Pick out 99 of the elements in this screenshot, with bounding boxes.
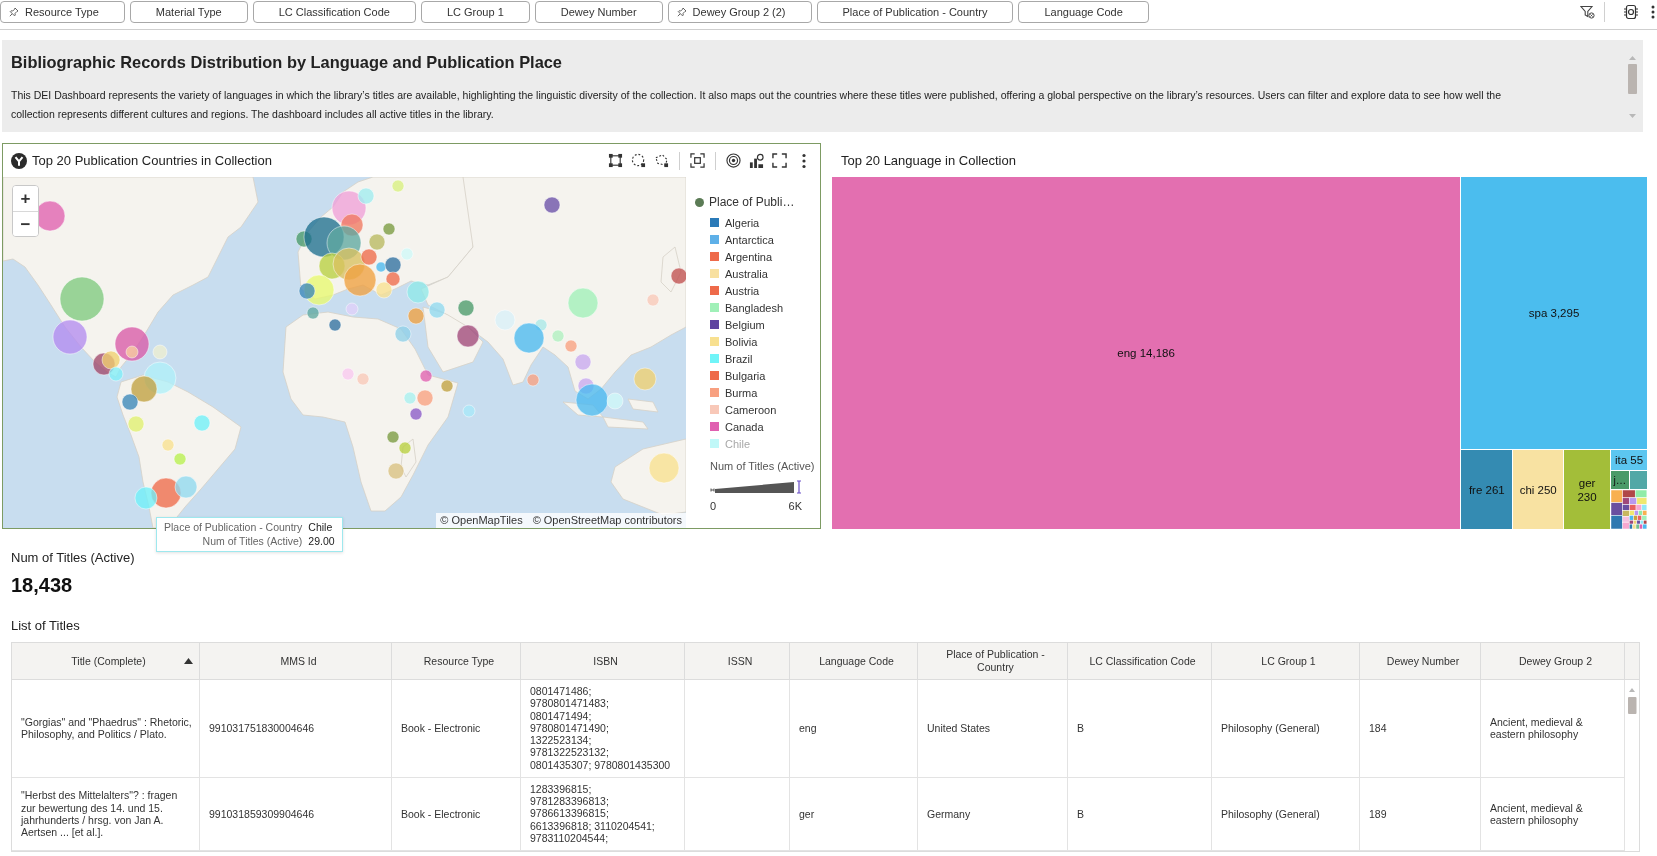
table-title: List of Titles [11, 618, 80, 634]
tooltip-value: Chile [308, 521, 334, 534]
bar-chart-icon[interactable] [749, 153, 764, 168]
kpi-label: Num of Titles (Active) [11, 550, 135, 566]
description-text: This DEI Dashboard represents the variety of languages in which the library’s titles are available, highlighting the linguistic diversity of the collection. It also maps out the countries where these titles were published, offering a global perspective on the library’s resources. Users can filter and explore data to see how well the collection represents different cultures and regions. The dashboard includes all active titles in the library. [11, 88, 1503, 122]
table-cell: B [1077, 807, 1084, 821]
column-header[interactable]: Place of Publication - Country [918, 643, 1068, 679]
table-cell: United States [927, 722, 991, 735]
pin-icon [676, 7, 687, 17]
filter-button[interactable]: LC Classification Code [252, 1, 416, 23]
table-cell: Book - Electronic [401, 807, 481, 821]
legend-label: Austria [725, 284, 760, 297]
treemap-tile[interactable]: chi 250 [1513, 450, 1563, 529]
filter-button[interactable]: Dewey Number [534, 1, 663, 23]
treemap-tile[interactable]: eng 14,186 [832, 177, 1461, 529]
legend-label: Bangladesh [725, 301, 784, 314]
tooltip-label: Place of Publication - Country [164, 521, 303, 534]
treemap-tile[interactable]: fre 261 [1461, 450, 1513, 529]
tooltip-value: 29.00 [308, 535, 335, 548]
treemap-tile[interactable] [1629, 471, 1647, 489]
tile-label: spa 3,295 [1528, 306, 1580, 320]
treemap-tile[interactable]: spa 3,295 [1461, 177, 1647, 449]
funnel-icon[interactable] [1580, 5, 1595, 19]
filter-button[interactable]: Language Code [1018, 1, 1149, 23]
table-cell-text: Ancient, medieval & eastern philosophy [1490, 716, 1584, 741]
legend-label: Bolivia [725, 335, 758, 348]
table-cell: 0801471486; 9780801471483; 0801471494; 9780801471490; 1322523134; 9781322523132; 0801435307; 9780801435300 [530, 685, 672, 772]
filter-button[interactable]: Place of Publication - Country [816, 1, 1014, 23]
legend-label: Antarctica [725, 233, 774, 246]
scale-label: 0 [710, 500, 717, 512]
table-cell: Philosophy (General) [1221, 722, 1320, 735]
legend-label: Belgium [725, 318, 765, 331]
legend-label: Burma [725, 386, 758, 399]
tile-label: ger 230 [1576, 475, 1598, 504]
table-cell-text: 1283396815; 9781283396813; 9786613396815; 6613396818; 3110204541; 9783110204544; [530, 782, 656, 845]
attribution-link[interactable]: © OpenMapTiles [440, 514, 523, 527]
target-icon[interactable] [726, 153, 741, 168]
filter-button[interactable]: Material Type [129, 1, 248, 23]
fork-badge-icon [11, 152, 27, 169]
legend-label: Australia [725, 267, 768, 280]
legend-dot-icon [695, 197, 704, 207]
filter-button[interactable]: Dewey Group 2 (2) [667, 1, 812, 23]
size-legend-title: Num of Titles (Active) [710, 459, 816, 473]
legend-label: Canada [725, 420, 764, 433]
sort-ascending-icon [184, 658, 193, 664]
column-header[interactable]: Resource Type [392, 643, 521, 679]
kpi-value: 18,438 [11, 573, 73, 597]
column-header[interactable]: Dewey Number [1360, 643, 1481, 679]
column-header[interactable]: Language Code [790, 643, 918, 679]
filter-button[interactable]: Resource Type [0, 1, 125, 23]
pin-icon [9, 7, 19, 17]
column-header[interactable]: ISBN [521, 643, 685, 679]
table-cell: 991031751830004646 [209, 722, 315, 735]
more-options-icon[interactable] [802, 152, 806, 169]
treemap-tile[interactable]: j… [1611, 471, 1629, 489]
scale-label: 6K [788, 500, 802, 512]
table-cell: Book - Electronic [401, 722, 481, 735]
legend-label: Chile [725, 437, 751, 450]
table-cell: eng [799, 722, 817, 735]
legend-label: Algeria [725, 216, 760, 229]
zoom-out-button[interactable]: − [13, 211, 38, 236]
dashboard-title: Bibliographic Records Distribution by Language and Publication Place [11, 52, 563, 72]
lasso-polygon-icon[interactable] [654, 153, 669, 168]
table-cell-text: Ancient, medieval & eastern philosophy [1490, 801, 1584, 827]
legend-label: Argentina [725, 250, 773, 263]
legend-label: Cameroon [725, 403, 777, 416]
column-header[interactable]: LC Group 1 [1212, 643, 1360, 679]
table-cell: 189 [1369, 807, 1387, 821]
chip-icon[interactable] [1623, 4, 1639, 20]
table-cell: Philosophy (General) [1221, 807, 1320, 821]
chart-title: Top 20 Language in Collection [841, 152, 1016, 168]
tile-label: fre 261 [1468, 482, 1505, 497]
chart-title: Top 20 Publication Countries in Collection [32, 153, 272, 168]
table-cell: ger [799, 807, 815, 821]
tile-label: eng 14,186 [1117, 346, 1175, 360]
more-options-icon[interactable] [1651, 5, 1655, 19]
table-cell: "Gorgias" and "Phaedrus" : Rhetoric, Philosophy, and Politics / Plato. [21, 716, 193, 741]
table-cell: Germany [927, 807, 971, 821]
tile-label: chi 250 [1519, 482, 1557, 497]
treemap-tile[interactable]: ger 230 [1563, 450, 1611, 529]
column-header[interactable]: ISSN [685, 643, 790, 679]
fullscreen-icon[interactable] [772, 153, 787, 168]
legend-label: Bulgaria [725, 369, 766, 382]
table-cell: 991031859309904646 [209, 807, 315, 821]
column-header[interactable]: MMS Id [200, 643, 392, 679]
legend-title: Place of Publi… [709, 195, 795, 209]
column-header[interactable]: LC Classification Code [1068, 643, 1212, 679]
table-cell-text: "Herbst des Mittelalters"? : fragen zur bewertung des 14. und 15. jahrhunderts / hrsg. von Jan A. Aertsen ... [et al.]. [21, 789, 179, 839]
tooltip-label: Num of Titles (Active) [201, 535, 303, 548]
zoom-fit-icon[interactable] [690, 153, 705, 168]
marquee-select-icon[interactable] [608, 153, 623, 168]
table-cell: B [1077, 722, 1084, 735]
filter-button[interactable]: LC Group 1 [420, 1, 530, 23]
legend-label: Brazil [725, 352, 753, 365]
table-cell: 184 [1369, 722, 1387, 735]
attribution-link[interactable]: © OpenStreetMap contributors [532, 514, 682, 527]
column-header[interactable]: Title (Complete) [12, 643, 200, 679]
lasso-circle-icon[interactable] [631, 153, 646, 168]
size-scale-icon [710, 480, 802, 494]
